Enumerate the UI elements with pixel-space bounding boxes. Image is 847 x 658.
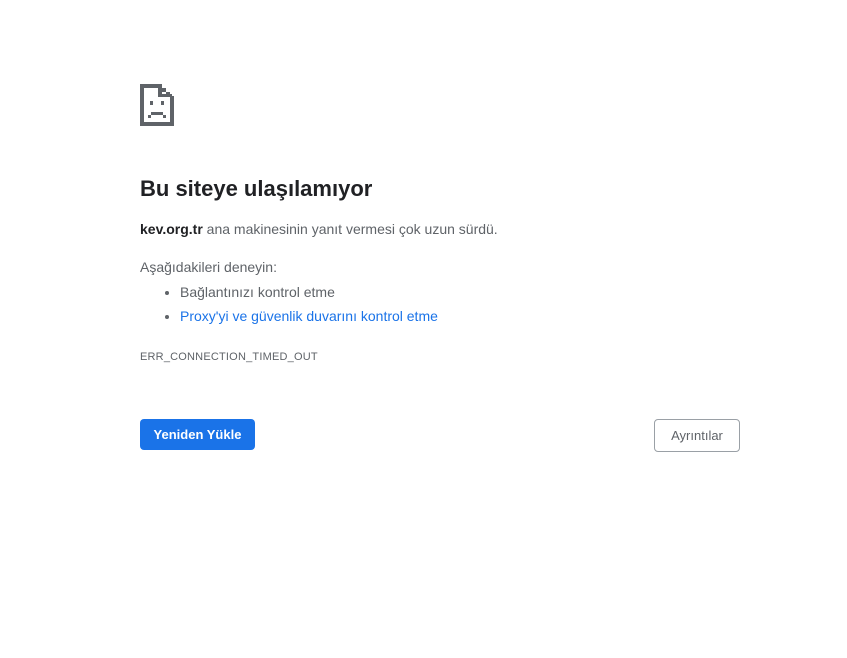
error-code: ERR_CONNECTION_TIMED_OUT [140,351,318,364]
summary-text: ana makinesinin yanıt vermesi çok uzun s… [202,221,498,238]
list-item: Proxy'yi ve güvenlik duvarını kontrol et… [180,304,740,328]
error-summary: kev.org.tr ana makinesinin yanıt vermesi… [140,219,740,239]
host-name: kev.org.tr [140,221,203,238]
sad-page-icon [140,84,174,126]
list-item: Bağlantınızı kontrol etme [180,280,740,304]
error-content: Bu siteye ulaşılamıyor kev.org.tr ana ma… [140,84,740,363]
suggestions-list: Bağlantınızı kontrol etme Proxy'yi ve gü… [140,280,740,328]
suggestions-label: Aşağıdakileri deneyin: [140,259,277,276]
check-proxy-firewall-link[interactable]: Proxy'yi ve güvenlik duvarını kontrol et… [180,308,438,324]
details-button[interactable]: Ayrıntılar [654,419,740,452]
page-title: Bu siteye ulaşılamıyor [140,176,373,201]
reload-button[interactable]: Yeniden Yükle [140,419,255,450]
